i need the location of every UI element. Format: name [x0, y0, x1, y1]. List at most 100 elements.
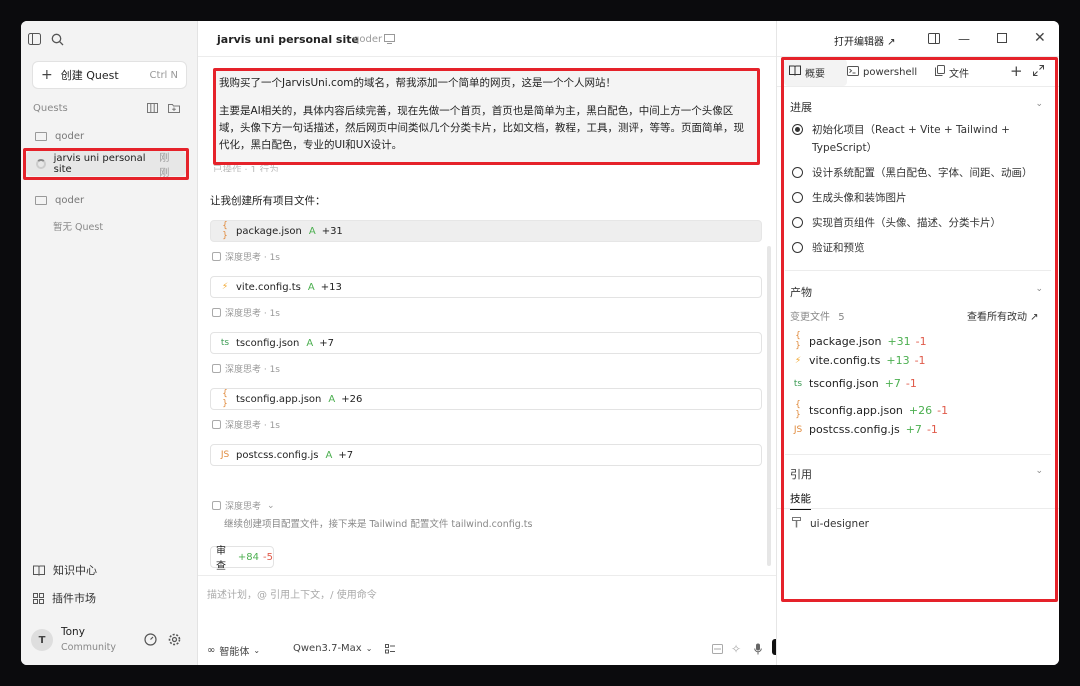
app-window: + 创建 Quest Ctrl N Quests qoder jarvis un…	[21, 21, 1059, 665]
avatar[interactable]: T	[31, 629, 53, 651]
review-button[interactable]: 审查 +84 -5	[210, 546, 274, 572]
book-icon	[789, 65, 801, 79]
references-title: 引用	[790, 468, 812, 481]
file-type-icon: { }	[222, 221, 228, 241]
think-icon	[212, 501, 221, 510]
file-type-icon: ⚡	[221, 282, 229, 292]
skill-label: ui-designer	[810, 518, 869, 530]
file-change-card[interactable]: { } tsconfig.app.json A +26	[210, 388, 762, 410]
step-text: 初始化项目（React + Vite + Tailwind + TypeScri…	[812, 124, 1010, 154]
knowledge-center-link[interactable]: 知识中心	[33, 562, 97, 578]
think-icon	[212, 252, 221, 261]
scrollbar[interactable]	[767, 246, 771, 566]
gear-icon[interactable]	[168, 633, 181, 646]
changed-file-item[interactable]: { } package.json +31 -1	[792, 331, 927, 351]
sidebar-group-qoder[interactable]: qoder	[21, 125, 198, 147]
infinity-icon: ∞	[207, 645, 216, 656]
plugin-market-link[interactable]: 插件市场	[33, 590, 96, 606]
new-quest-button[interactable]: + 创建 Quest Ctrl N	[32, 61, 187, 89]
progress-step: 设计系统配置（黑白配色、字体、间距、动画）	[792, 164, 1037, 182]
file-name: vite.config.ts	[236, 281, 301, 293]
file-change-card[interactable]: ts tsconfig.json A +7	[210, 332, 762, 354]
new-folder-icon[interactable]	[168, 103, 180, 113]
view-all-changes-link[interactable]: 查看所有改动 ↗	[967, 308, 1039, 323]
layout-icon[interactable]	[147, 103, 158, 113]
add-tab-icon[interactable]: +	[1010, 62, 1023, 80]
skill-item[interactable]: ui-designer	[792, 517, 869, 531]
think-label: 深度思考 · 1s	[225, 309, 280, 319]
model-label: Qwen3.7-Max	[293, 643, 362, 654]
user-name: Tony	[61, 626, 85, 638]
progress-step: 生成头像和装饰图片	[792, 189, 1037, 207]
divider	[198, 56, 776, 57]
collapsed-actions[interactable]: 已操作 · 1 行为	[213, 162, 279, 172]
deep-think-row[interactable]: 深度思考 · 1s	[212, 306, 280, 319]
tab-label: 概要	[805, 68, 825, 80]
file-added-lines: +26	[341, 393, 363, 405]
model-select[interactable]: Qwen3.7-Max ⌄	[293, 643, 372, 654]
tab-overview[interactable]: 概要	[789, 62, 825, 82]
search-icon[interactable]	[50, 32, 64, 46]
think-icon	[212, 308, 221, 317]
tab-files[interactable]: 文件	[935, 62, 969, 82]
copy-icon	[935, 65, 945, 79]
think-detail: 继续创建项目配置文件，接下来是 Tailwind 配置文件 tailwind.c…	[224, 519, 533, 530]
deep-think-row[interactable]: 深度思考 · 1s	[212, 418, 280, 431]
close-icon[interactable]: ✕	[1034, 30, 1046, 46]
deep-think-expanded[interactable]: 深度思考 ⌄	[212, 499, 275, 512]
changed-file-item[interactable]: ⚡ vite.config.ts +13 -1	[792, 354, 926, 367]
progress-title: 进展	[790, 101, 812, 114]
agent-mode-select[interactable]: ∞ 智能体 ⌄	[207, 643, 260, 658]
chevron-down-icon[interactable]: ⌄	[1035, 99, 1043, 109]
review-removed: -5	[263, 551, 273, 563]
maximize-icon[interactable]	[997, 33, 1007, 43]
file-added-lines: +26	[908, 403, 933, 417]
file-name: postcss.config.js	[236, 449, 319, 461]
file-type-icon: ts	[793, 378, 803, 389]
think-expanded-label: 深度思考	[225, 502, 262, 512]
file-status-badge: A	[325, 449, 333, 461]
panel-toggle-icon[interactable]	[928, 33, 940, 44]
changed-file-item[interactable]: { } tsconfig.app.json +26 -1	[792, 400, 948, 420]
gauge-icon[interactable]	[144, 633, 157, 646]
think-icon	[212, 420, 221, 429]
plus-icon: +	[41, 67, 53, 83]
composer-input[interactable]: 描述计划，@ 引用上下文，/ 使用命令	[207, 586, 377, 601]
workspace-label: qoder	[353, 34, 383, 45]
chevron-down-icon[interactable]: ⌄	[1035, 466, 1043, 476]
sidebar-item-active-quest[interactable]: jarvis uni personal site 刚刚	[26, 151, 186, 179]
microphone-icon[interactable]	[754, 643, 762, 655]
deep-think-row[interactable]: 深度思考 · 1s	[212, 362, 280, 375]
tab-powershell[interactable]: powershell	[847, 62, 917, 82]
empty-quest-label: 暂无 Quest	[53, 222, 104, 233]
file-status-badge: A	[308, 225, 316, 237]
file-name: tsconfig.json	[236, 337, 300, 349]
progress-step: 实现首页组件（头像、描述、分类卡片）	[792, 214, 1037, 232]
file-added-lines: +13	[886, 354, 910, 367]
file-status-badge: A	[306, 337, 314, 349]
minimize-icon[interactable]: —	[958, 32, 970, 46]
attach-icon[interactable]	[712, 644, 723, 654]
file-added-lines: +7	[884, 377, 901, 390]
open-editor-button[interactable]: 打开编辑器 ↗	[834, 33, 896, 48]
file-removed-lines: -1	[915, 334, 927, 348]
overview-panel: 打开编辑器 ↗ — ✕ 概要 powershell 文件 + 进展 ⌄ 初始化项…	[776, 21, 1059, 665]
chevron-down-icon[interactable]: ⌄	[1035, 284, 1043, 294]
toggle-sidebar-icon[interactable]	[27, 32, 41, 46]
folder-icon	[35, 131, 47, 141]
sidebar-group-qoder-2[interactable]: qoder	[21, 189, 198, 211]
file-change-card[interactable]: { } package.json A +31	[210, 220, 762, 242]
sparkle-icon[interactable]: ✧	[731, 642, 741, 656]
deep-think-row[interactable]: 深度思考 · 1s	[212, 250, 280, 263]
sidebar: + 创建 Quest Ctrl N Quests qoder jarvis un…	[21, 21, 198, 665]
brush-icon	[792, 517, 801, 531]
tab-label: powershell	[863, 66, 918, 78]
file-change-card[interactable]: ⚡ vite.config.ts A +13	[210, 276, 762, 298]
list-check-icon[interactable]	[385, 644, 395, 654]
changed-file-item[interactable]: JS postcss.config.js +7 -1	[792, 423, 938, 436]
divider	[777, 56, 1059, 57]
changed-file-item[interactable]: ts tsconfig.json +7 -1	[792, 377, 917, 390]
file-change-card[interactable]: JS postcss.config.js A +7	[210, 444, 762, 466]
step-text: 设计系统配置（黑白配色、字体、间距、动画）	[812, 167, 1033, 179]
expand-icon[interactable]	[1033, 65, 1044, 76]
